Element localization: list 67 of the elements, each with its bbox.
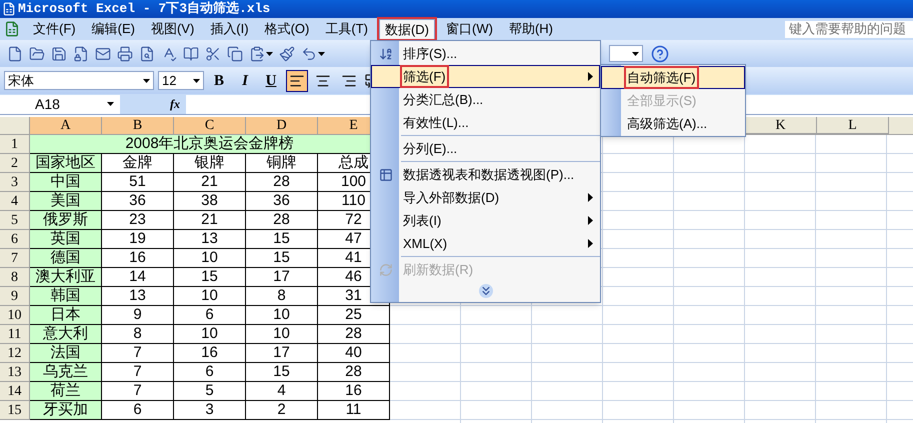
table-cell: 国家地区 [30,154,102,173]
table-cell: 13 [102,287,174,306]
table-cell: 38 [174,192,246,211]
table-cell: 澳大利亚 [30,268,102,287]
table-cell: 15 [246,230,318,249]
table-cell: 牙买加 [30,401,102,420]
table-cell: 中国 [30,173,102,192]
table-cell: 13 [174,230,246,249]
font-size: 12 [162,72,176,90]
table-cell: 德国 [30,249,102,268]
table-cell: 8 [246,287,318,306]
table-cell: 11 [318,401,390,420]
table-cell: 荷兰 [30,382,102,401]
table-cell: 10 [174,287,246,306]
table-cell: 51 [102,173,174,192]
cell-reference: A18 [35,94,60,114]
table-cell: 28 [318,363,390,382]
table-cell: 17 [246,268,318,287]
table-cell: 16 [102,249,174,268]
table-cell: 2 [246,401,318,420]
table-cell: 16 [174,344,246,363]
table-cell: 7 [102,363,174,382]
table-cell: 6 [174,306,246,325]
table-cell: 金牌 [102,154,174,173]
table-cell: 28 [318,325,390,344]
table-cell: 7 [102,344,174,363]
table-cell: 9 [102,306,174,325]
table-cell: 36 [102,192,174,211]
table-cell: 7 [102,382,174,401]
table-cell: 15 [246,249,318,268]
table-cell: 10 [246,325,318,344]
font-name: 宋体 [8,72,34,90]
table-cell: 8 [102,325,174,344]
table-cell: 10 [174,325,246,344]
table-cell: 日本 [30,306,102,325]
table-cell: 28 [246,211,318,230]
table-cell: 15 [246,363,318,382]
table-cell: 36 [246,192,318,211]
function-label: fx [170,96,180,113]
table-cell: 10 [246,306,318,325]
window-title: Microsoft Excel - 7下3自动筛选.xls [18,0,270,18]
table-cell: 意大利 [30,325,102,344]
table-cell: 15 [174,268,246,287]
table-cell: 5 [174,382,246,401]
table-cell: 法国 [30,344,102,363]
table-cell: 6 [102,401,174,420]
table-cell: 23 [102,211,174,230]
table-cell: 17 [246,344,318,363]
table-cell: 14 [102,268,174,287]
table-cell: 4 [246,382,318,401]
table-cell: 英国 [30,230,102,249]
table-cell: 25 [318,306,390,325]
table-cell: 16 [318,382,390,401]
table-cell: 3 [174,401,246,420]
table-cell: 韩国 [30,287,102,306]
table-cell: 乌克兰 [30,363,102,382]
table-cell: 银牌 [174,154,246,173]
table-cell: 28 [246,173,318,192]
table-cell: 铜牌 [246,154,318,173]
table-cell: 10 [174,249,246,268]
table-cell: 21 [174,211,246,230]
table-cell: 40 [318,344,390,363]
table-cell: 美国 [30,192,102,211]
table-cell: 6 [174,363,246,382]
table-cell: 19 [102,230,174,249]
table-cell: 俄罗斯 [30,211,102,230]
table-cell: 21 [174,173,246,192]
